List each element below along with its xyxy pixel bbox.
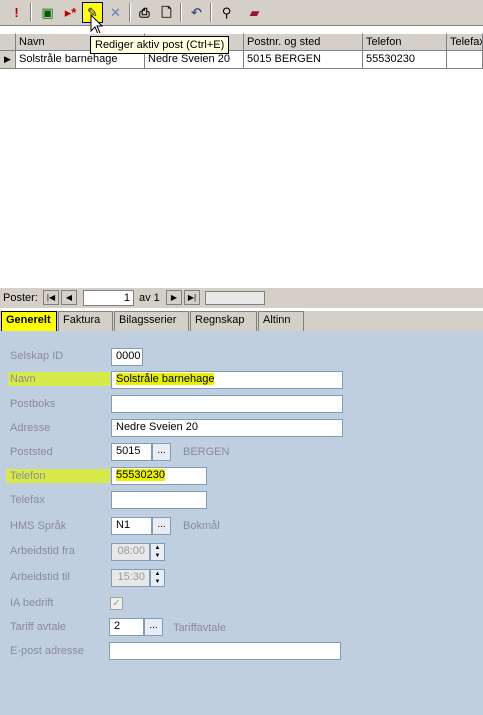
poststed-lookup-button[interactable]: ... <box>152 443 171 461</box>
first-record-icon[interactable]: |◀ <box>43 290 59 305</box>
table-cell[interactable]: 5015 BERGEN <box>244 51 363 69</box>
row-indicator-header <box>0 33 16 51</box>
tab-bilagsserier[interactable]: Bilagsserier <box>114 311 189 331</box>
tariff-avtale-field[interactable]: 2 <box>109 618 144 636</box>
toolbar-separator <box>129 3 131 22</box>
record-number-input[interactable]: 1 <box>83 290 134 306</box>
undo-icon[interactable]: ↶ <box>186 2 207 23</box>
telefax-field[interactable] <box>111 491 207 509</box>
selskap-id-label: Selskap ID <box>10 350 64 362</box>
next-record-icon[interactable]: ▶ <box>166 290 182 305</box>
ia-bedrift-label: IA bedrift <box>10 597 54 609</box>
adresse-field[interactable]: Nedre Sveien 20 <box>111 419 343 437</box>
current-row-arrow-icon: ▶ <box>0 51 16 69</box>
tab-bar: Generelt Faktura Bilagsserier Regnskap A… <box>0 311 483 331</box>
table-cell[interactable] <box>447 51 483 69</box>
table-row[interactable]: ▶ Solstråle barnehage Nedre Sveien 20 50… <box>0 51 483 69</box>
epost-field[interactable] <box>109 642 341 660</box>
column-header-telefon[interactable]: Telefon <box>363 33 447 51</box>
tab-regnskap[interactable]: Regnskap <box>190 311 257 331</box>
horizontal-scrollbar[interactable] <box>205 291 265 305</box>
postboks-label: Postboks <box>10 398 56 410</box>
adresse-label: Adresse <box>10 422 51 434</box>
arbeidstid-fra-label: Arbeidstid fra <box>10 545 75 557</box>
hms-sprak-text: Bokmål <box>183 520 220 532</box>
poststed-label: Poststed <box>10 446 53 458</box>
telefon-label: Telefon <box>6 469 110 483</box>
tariff-avtale-lookup-button[interactable]: ... <box>144 618 163 636</box>
print-preview-icon[interactable]: 🗋 <box>156 2 177 23</box>
book-icon[interactable]: ▰ <box>244 2 265 23</box>
selskap-id-field[interactable]: 0000 <box>111 348 143 366</box>
ia-bedrift-checkbox[interactable]: ✓ <box>110 597 123 610</box>
table-cell[interactable]: 55530230 <box>363 51 447 69</box>
arbeidstid-fra-field[interactable]: 08:00 <box>111 543 150 561</box>
poststed-field[interactable]: 5015 <box>111 443 152 461</box>
epost-label: E-post adresse <box>10 645 84 657</box>
arbeidstid-fra-spinner[interactable]: ▲ ▼ <box>150 543 165 561</box>
tab-generelt[interactable]: Generelt <box>1 311 57 331</box>
toolbar-separator <box>210 3 212 22</box>
arbeidstid-til-spinner[interactable]: ▲ ▼ <box>150 569 165 587</box>
general-form: Selskap ID 0000 Navn Solstråle barnehage… <box>0 331 483 715</box>
grid-header: Navn Postnr. og sted Telefon Telefax <box>0 33 483 51</box>
toolbar: ! ▣ ▸* ✎ ✕ ⎙ 🗋 ↶ ⚲ ▰ <box>0 0 483 26</box>
edit-tooltip: Rediger aktiv post (Ctrl+E) <box>90 36 230 54</box>
tariff-avtale-text: Tariffavtale <box>173 622 226 634</box>
postboks-field[interactable] <box>111 395 343 413</box>
record-navigator: Poster: |◀ ◀ 1 av 1 ▶ ▶| <box>0 288 483 308</box>
new-record-icon[interactable]: ▸* <box>60 2 81 23</box>
last-record-icon[interactable]: ▶| <box>184 290 200 305</box>
poststed-city: BERGEN <box>183 446 230 458</box>
column-header-telefax[interactable]: Telefax <box>447 33 483 51</box>
telefon-field[interactable]: 55530230 <box>111 467 207 485</box>
hms-sprak-lookup-button[interactable]: ... <box>152 517 171 535</box>
navigator-label: Poster: <box>3 292 38 304</box>
tab-faktura[interactable]: Faktura <box>58 311 113 331</box>
toolbar-separator <box>180 3 182 22</box>
toolbar-separator <box>30 3 32 22</box>
column-header-postnr[interactable]: Postnr. og sted <box>244 33 363 51</box>
print-icon[interactable]: ⎙ <box>134 2 155 23</box>
previous-record-icon[interactable]: ◀ <box>61 290 77 305</box>
save-icon[interactable]: ▣ <box>37 2 58 23</box>
navn-label: Navn <box>8 372 110 386</box>
record-count-label: av 1 <box>139 292 160 304</box>
tab-altinn[interactable]: Altinn <box>258 311 304 331</box>
arbeidstid-til-label: Arbeidstid til <box>10 571 70 583</box>
hms-sprak-label: HMS Språk <box>10 520 67 532</box>
telefax-label: Telefax <box>10 494 45 506</box>
navn-field[interactable]: Solstråle barnehage <box>111 371 343 389</box>
tariff-avtale-label: Tariff avtale <box>10 621 67 633</box>
delete-icon[interactable]: ✕ <box>105 2 126 23</box>
hms-sprak-field[interactable]: N1 <box>111 517 152 535</box>
arbeidstid-til-field[interactable]: 15:30 <box>111 569 150 587</box>
alert-icon[interactable]: ! <box>6 2 27 23</box>
binoculars-icon[interactable]: ⚲ <box>216 2 237 23</box>
